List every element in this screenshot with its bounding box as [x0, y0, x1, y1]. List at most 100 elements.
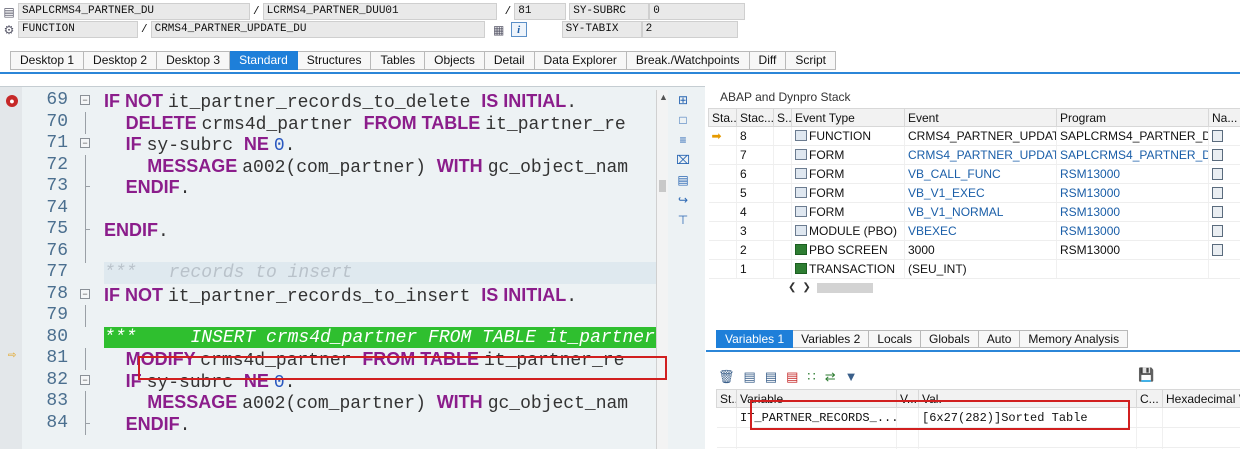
event-cell[interactable]: VB_V1_NORMAL	[904, 202, 1057, 222]
event-cell[interactable]: VB_V1_EXEC	[904, 183, 1057, 203]
insert-row-icon[interactable]: ▤	[744, 369, 756, 385]
program-cell[interactable]	[1056, 259, 1209, 279]
scroll-left-icon[interactable]: ❮	[788, 282, 796, 293]
variable-column-header[interactable]: C...	[1136, 389, 1163, 408]
tab-tables[interactable]: Tables	[371, 51, 426, 70]
empty-cell[interactable]	[896, 427, 919, 448]
save-icon[interactable]: 💾	[1138, 367, 1154, 383]
empty-cell[interactable]	[716, 427, 737, 448]
stack-row[interactable]: 7 FORM CRMS4_PARTNER_UPDATE SAPLCRMS4_PARTN…	[708, 145, 1240, 165]
tab-desktop-1[interactable]: Desktop 1	[10, 51, 85, 70]
stack-column-header[interactable]: Stac...	[736, 108, 774, 127]
empty-cell[interactable]	[918, 427, 1137, 448]
scroll-up-icon[interactable]: ▲	[659, 92, 668, 102]
document-icon[interactable]	[1212, 130, 1223, 142]
document-icon[interactable]	[1212, 206, 1223, 218]
step-icon[interactable]: ↪	[672, 190, 694, 210]
stack-row[interactable]: 3 MODULE (PBO) VBEXEC RSM13000	[708, 221, 1240, 241]
tab-desktop-2[interactable]: Desktop 2	[84, 51, 158, 70]
variable-column-header[interactable]: Hexadecimal Va	[1162, 389, 1240, 408]
tab-diff[interactable]: Diff	[749, 51, 787, 70]
debug-step-icon[interactable]: ⊤	[672, 210, 694, 230]
display-icon[interactable]: ▦	[491, 22, 507, 38]
stack-column-header[interactable]: Event	[904, 108, 1057, 127]
page-icon[interactable]: □	[672, 110, 694, 130]
document-icon[interactable]	[1212, 168, 1223, 180]
tab-break-watchpoints[interactable]: Break./Watchpoints	[626, 51, 750, 70]
tab-auto[interactable]: Auto	[978, 330, 1021, 348]
scroll-thumb[interactable]	[816, 282, 873, 293]
variable-column-header[interactable]: St...	[716, 389, 737, 408]
breakpoint-icon[interactable]: ●	[6, 95, 18, 107]
close-box-icon[interactable]: ⌧	[672, 150, 694, 170]
stack-row[interactable]: 1 TRANSACTION (SEU_INT)	[708, 259, 1240, 279]
navigate-cell[interactable]	[1208, 240, 1240, 260]
delete-icon[interactable]: 🗑	[718, 369, 735, 385]
stack-column-header[interactable]: S...	[773, 108, 792, 127]
tab-standard[interactable]: Standard	[230, 51, 298, 70]
tab-data-explorer[interactable]: Data Explorer	[534, 51, 627, 70]
tab-globals[interactable]: Globals	[921, 330, 979, 348]
document-icon[interactable]	[1212, 149, 1223, 161]
expand-icon[interactable]: ⊞	[672, 90, 694, 110]
program-cell[interactable]: RSM13000	[1056, 240, 1209, 260]
tab-objects[interactable]: Objects	[425, 51, 485, 70]
event-cell[interactable]: 3000	[904, 240, 1057, 260]
navigate-cell[interactable]	[1208, 164, 1240, 184]
tab-memory-analysis[interactable]: Memory Analysis	[1020, 330, 1129, 348]
empty-cell[interactable]	[1162, 427, 1240, 448]
program-cell[interactable]: RSM13000	[1056, 221, 1209, 241]
event-cell[interactable]: VBEXEC	[904, 221, 1057, 241]
empty-variable-row[interactable]	[716, 427, 1240, 448]
fold-toggle-icon[interactable]: −	[80, 288, 90, 299]
tab-script[interactable]: Script	[786, 51, 837, 70]
document-icon[interactable]	[1212, 244, 1223, 256]
info-button[interactable]: i	[510, 22, 527, 37]
stack-row[interactable]: 2 PBO SCREEN 3000 RSM13000	[708, 240, 1240, 260]
fold-toggle-icon[interactable]: −	[80, 374, 90, 385]
stack-column-header[interactable]: Event Type	[791, 108, 905, 127]
include-field[interactable]: LCRMS4_PARTNER_DUU01	[262, 3, 497, 20]
scroll-thumb[interactable]	[659, 180, 666, 192]
stack-row[interactable]: 5 FORM VB_V1_EXEC RSM13000	[708, 183, 1240, 203]
stack-row[interactable]: 4 FORM VB_V1_NORMAL RSM13000	[708, 202, 1240, 222]
navigate-cell[interactable]	[1208, 221, 1240, 241]
structure-icon[interactable]: ∷	[807, 369, 815, 385]
tree-icon[interactable]: ≡	[672, 130, 694, 150]
empty-cell[interactable]	[736, 427, 897, 448]
tab-variables-1[interactable]: Variables 1	[716, 330, 794, 348]
transfer-icon[interactable]: ⇄	[825, 369, 836, 385]
stack-row[interactable]: ➡ 8 FUNCTION CRMS4_PARTNER_UPDATE SAPLCRMS4_…	[708, 126, 1240, 146]
tab-detail[interactable]: Detail	[484, 51, 535, 70]
navigate-cell[interactable]	[1208, 126, 1240, 146]
event-cell[interactable]: VB_CALL_FUNC	[904, 164, 1057, 184]
event-name-field[interactable]: CRMS4_PARTNER_UPDATE_DU	[150, 21, 485, 38]
filter-icon[interactable]: ▼	[845, 369, 858, 385]
navigate-cell[interactable]	[1208, 259, 1240, 279]
editor-scrollbar[interactable]: ▲	[656, 90, 668, 449]
stack-row[interactable]: 6 FORM VB_CALL_FUNC RSM13000	[708, 164, 1240, 184]
program-cell[interactable]: RSM13000	[1056, 183, 1209, 203]
stack-column-header[interactable]: Na...	[1208, 108, 1240, 127]
document-icon[interactable]	[1212, 187, 1223, 199]
document-icon[interactable]	[1212, 225, 1223, 237]
main-program-field[interactable]: SAPLCRMS4_PARTNER_DU	[18, 3, 250, 20]
navigate-cell[interactable]	[1208, 183, 1240, 203]
line-number-field[interactable]: 81	[514, 3, 567, 20]
program-cell[interactable]: RSM13000	[1056, 164, 1209, 184]
navigate-cell[interactable]	[1208, 145, 1240, 165]
event-cell[interactable]: CRMS4_PARTNER_UPDATE	[904, 145, 1057, 165]
tab-structures[interactable]: Structures	[297, 51, 372, 70]
remove-row-icon[interactable]: ▤	[786, 369, 798, 385]
fold-toggle-icon[interactable]: −	[80, 95, 90, 105]
tab-variables-2[interactable]: Variables 2	[793, 330, 870, 348]
program-cell[interactable]: SAPLCRMS4_PARTNER_DU	[1056, 145, 1209, 165]
navigate-cell[interactable]	[1208, 202, 1240, 222]
stack-column-header[interactable]: Program	[1056, 108, 1209, 127]
window-icon[interactable]: ▤	[672, 170, 694, 190]
tab-locals[interactable]: Locals	[869, 330, 921, 348]
scroll-right-icon[interactable]: ❯	[802, 282, 810, 293]
program-cell[interactable]: RSM13000	[1056, 202, 1209, 222]
event-cell[interactable]: (SEU_INT)	[904, 259, 1057, 279]
tab-desktop-3[interactable]: Desktop 3	[157, 51, 231, 70]
